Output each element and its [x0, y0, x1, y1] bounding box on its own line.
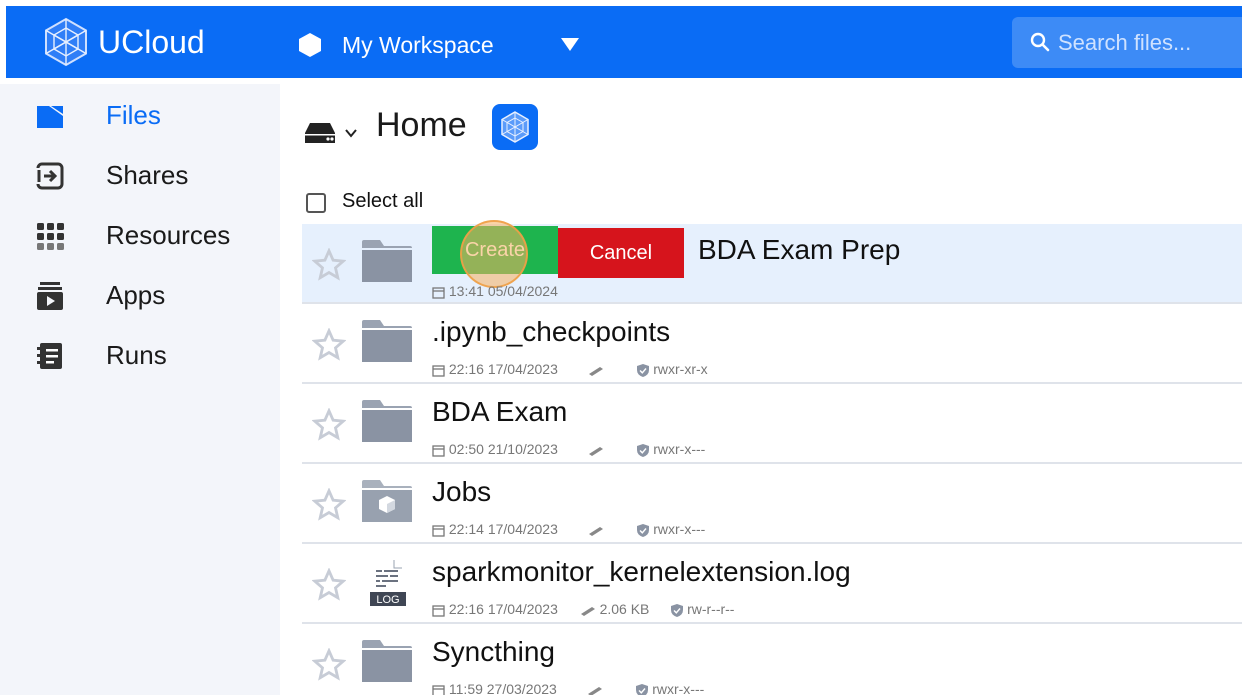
- cancel-button[interactable]: Cancel: [558, 228, 684, 278]
- ucloud-logo-icon[interactable]: [40, 16, 92, 68]
- top-bar: UCloud My Workspace: [0, 0, 1242, 84]
- file-meta: 22:16 17/04/2023 rwxr-xr-x: [432, 360, 708, 377]
- workspace-badge-icon[interactable]: [492, 104, 538, 150]
- runs-icon: [36, 342, 64, 370]
- search-box[interactable]: [1012, 17, 1242, 68]
- ruler-icon: [588, 441, 604, 457]
- star-icon[interactable]: [311, 407, 347, 442]
- star-icon[interactable]: [311, 327, 347, 362]
- drive-icon[interactable]: [304, 122, 336, 144]
- sidebar-item-label: Shares: [106, 160, 189, 190]
- star-icon[interactable]: [311, 567, 347, 602]
- file-permissions: rwxr-x---: [653, 441, 706, 458]
- shares-icon: [36, 162, 64, 190]
- modified-date: 11:59 27/03/2023: [448, 681, 557, 695]
- folder-icon: [360, 238, 414, 284]
- jobs-folder-icon: [360, 478, 414, 524]
- new-folder-row[interactable]: Create Cancel BDA Exam Prep 13:41 05/04/…: [302, 220, 1242, 304]
- select-all-checkbox[interactable]: [306, 193, 326, 213]
- table-row[interactable]: BDA Exam 02:50 21/10/2023 rwxr-x---: [302, 384, 1242, 464]
- select-all-label: Select all: [342, 190, 424, 212]
- sidebar-item-files[interactable]: Files: [0, 88, 280, 144]
- ruler-icon: [588, 521, 604, 537]
- file-size: 2.06 KB: [599, 601, 650, 618]
- file-permissions: rwxr-x---: [653, 521, 706, 538]
- file-permissions: rwxr-xr-x: [653, 361, 708, 378]
- ruler-icon: [587, 681, 603, 695]
- ruler-icon: [580, 601, 596, 617]
- folder-name-input[interactable]: BDA Exam Prep: [698, 234, 900, 266]
- header: UCloud My Workspace: [6, 6, 1242, 78]
- sidebar-item-shares[interactable]: Shares: [0, 148, 280, 204]
- create-button[interactable]: Create: [432, 226, 558, 274]
- modified-date: 02:50 21/10/2023: [448, 441, 558, 458]
- file-meta: 22:14 17/04/2023 rwxr-x---: [432, 520, 705, 537]
- calendar-icon: [432, 601, 445, 617]
- modified-date: 22:16 17/04/2023: [448, 361, 558, 378]
- file-meta: 13:41 05/04/2024: [432, 282, 558, 299]
- star-icon[interactable]: [311, 247, 347, 282]
- sidebar: Files Shares Resources Apps Runs: [0, 84, 280, 695]
- calendar-icon: [432, 681, 445, 695]
- shield-icon: [636, 681, 649, 695]
- folder-icon: [360, 638, 414, 684]
- file-meta: 02:50 21/10/2023 rwxr-x---: [432, 440, 705, 457]
- file-permissions: rw-r--r--: [687, 601, 735, 618]
- star-icon[interactable]: [311, 487, 347, 522]
- search-icon: [1030, 32, 1050, 52]
- log-file-icon: LOG: [360, 558, 414, 606]
- calendar-icon: [432, 441, 445, 457]
- calendar-icon: [432, 361, 445, 377]
- caret-down-icon[interactable]: [559, 36, 581, 52]
- shield-icon: [637, 361, 650, 378]
- search-input[interactable]: [1052, 17, 1242, 68]
- sidebar-item-runs[interactable]: Runs: [0, 328, 280, 384]
- apps-icon: [36, 282, 64, 310]
- calendar-icon: [432, 521, 445, 537]
- sidebar-item-resources[interactable]: Resources: [0, 208, 280, 264]
- modified-date: 22:14 17/04/2023: [448, 521, 558, 538]
- main-content: Home Select all Create Cancel BDA Exam P…: [280, 84, 1242, 695]
- sidebar-item-label: Runs: [106, 340, 167, 370]
- file-meta: 22:16 17/04/2023 2.06 KB rw-r--r--: [432, 600, 734, 617]
- folder-icon: [360, 398, 414, 444]
- log-badge: LOG: [376, 594, 399, 606]
- app-name[interactable]: UCloud: [98, 24, 205, 61]
- table-row[interactable]: LOG sparkmonitor_kernelextension.log 22:…: [302, 544, 1242, 624]
- file-name[interactable]: BDA Exam: [432, 396, 567, 428]
- file-meta: 11:59 27/03/2023 rwxr-x---: [432, 680, 704, 695]
- ruler-icon: [588, 361, 604, 377]
- shield-icon: [637, 521, 650, 538]
- workspace-selector[interactable]: My Workspace: [342, 32, 494, 59]
- calendar-icon: [432, 283, 445, 299]
- shield-icon: [671, 601, 684, 618]
- table-row[interactable]: Jobs 22:14 17/04/2023 rwxr-x---: [302, 464, 1242, 544]
- folder-icon: [360, 318, 414, 364]
- sidebar-item-apps[interactable]: Apps: [0, 268, 280, 324]
- modified-date: 22:16 17/04/2023: [448, 601, 558, 618]
- file-name[interactable]: sparkmonitor_kernelextension.log: [432, 556, 851, 588]
- resources-grid-icon: [36, 222, 64, 250]
- sidebar-item-label: Resources: [106, 220, 231, 250]
- chevron-down-icon[interactable]: [344, 126, 358, 138]
- files-icon: [36, 102, 64, 130]
- page-title: Home: [376, 106, 467, 144]
- file-name[interactable]: Syncthing: [432, 636, 555, 668]
- table-row[interactable]: Syncthing 11:59 27/03/2023 rwxr-x---: [302, 624, 1242, 695]
- table-row[interactable]: .ipynb_checkpoints 22:16 17/04/2023 rwxr…: [302, 304, 1242, 384]
- file-name[interactable]: Jobs: [432, 476, 491, 508]
- modified-date: 13:41 05/04/2024: [448, 283, 558, 300]
- file-permissions: rwxr-x---: [652, 681, 705, 695]
- workspace-hexagon-icon[interactable]: [296, 31, 324, 59]
- sidebar-item-label: Files: [106, 100, 161, 130]
- sidebar-item-label: Apps: [106, 280, 166, 310]
- shield-icon: [637, 441, 650, 458]
- star-icon[interactable]: [311, 647, 347, 682]
- file-name[interactable]: .ipynb_checkpoints: [432, 316, 670, 348]
